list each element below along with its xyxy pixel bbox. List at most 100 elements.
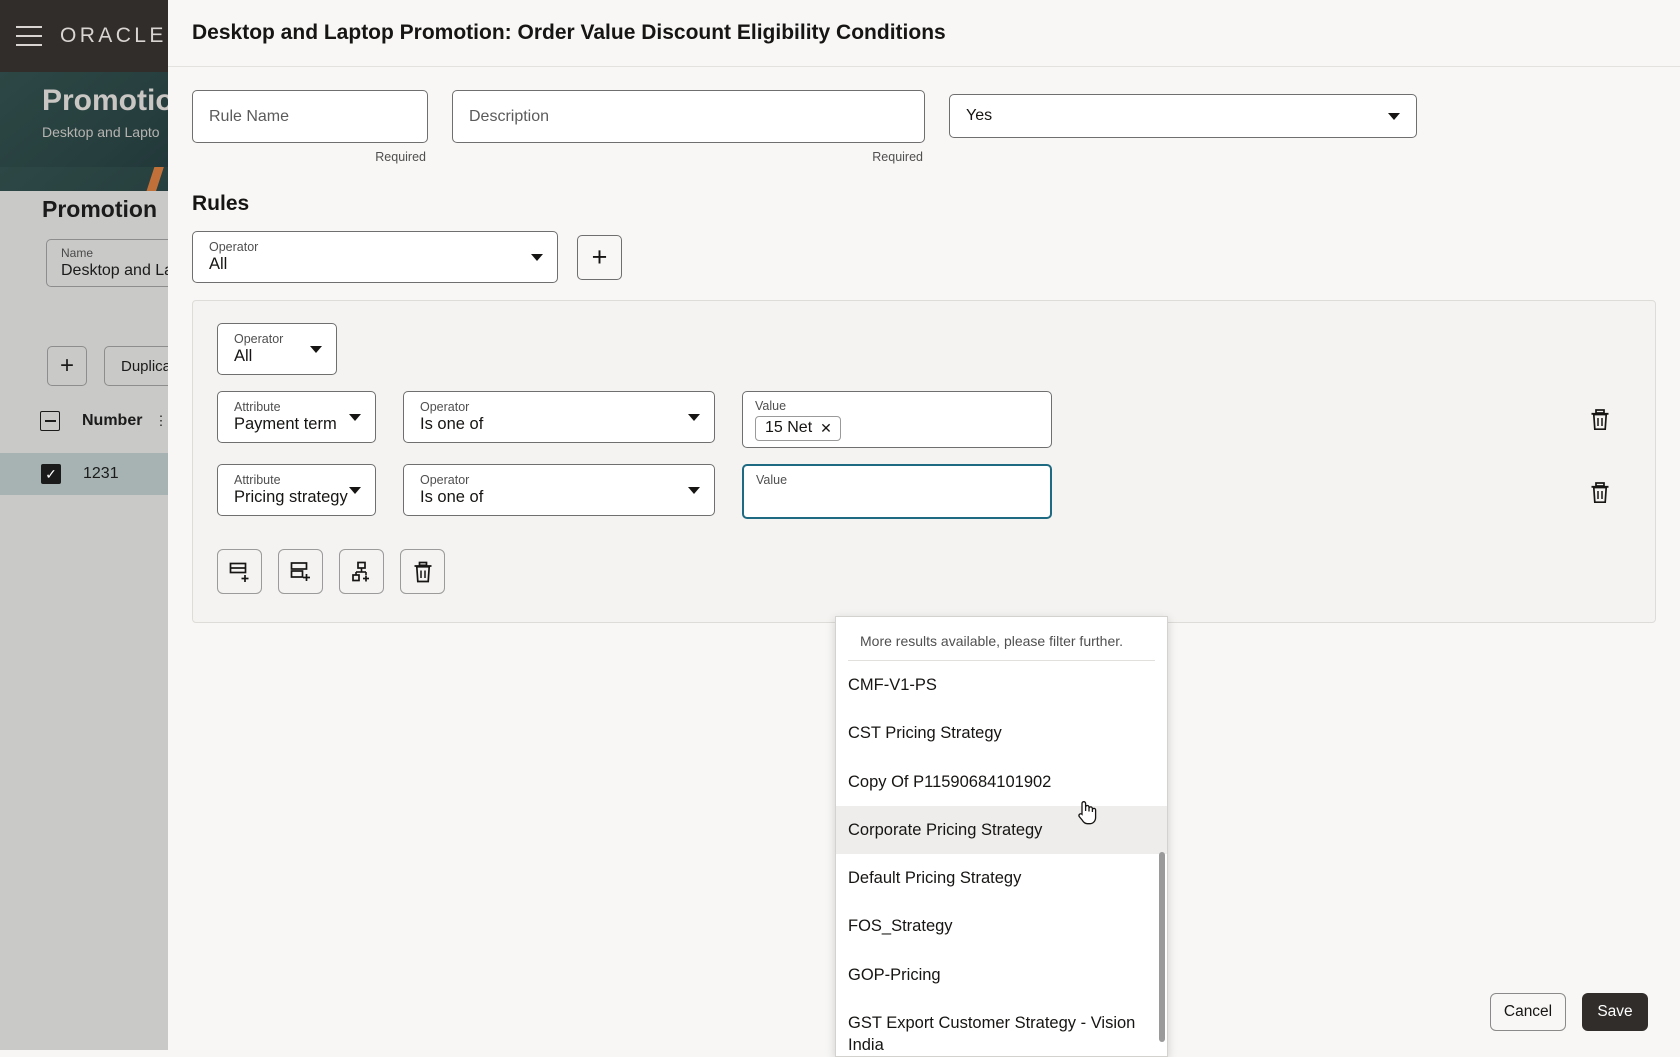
table-row[interactable]: ✓ 1231	[0, 453, 168, 495]
add-row-button[interactable]: +	[47, 346, 87, 386]
dropdown-option-list: CMF-V1-PS CST Pricing Strategy Copy Of P…	[836, 661, 1167, 1056]
rule-name-group: Rule Name Required	[192, 90, 428, 164]
operator-label: Operator	[420, 399, 470, 414]
condition-value-input[interactable]: Value 15 Net ✕	[742, 391, 1052, 448]
add-condition-below-icon	[290, 561, 310, 581]
chevron-down-icon	[349, 414, 361, 421]
condition-attribute-select[interactable]: Attribute Payment term	[217, 391, 376, 443]
close-icon[interactable]: ✕	[820, 420, 832, 437]
condition-attribute-select[interactable]: Attribute Pricing strategy	[217, 464, 376, 516]
value-chip[interactable]: 15 Net ✕	[755, 416, 841, 441]
add-condition-above-button[interactable]	[217, 549, 262, 594]
add-rule-group-button[interactable]: +	[577, 234, 622, 280]
dialog-body: Rule Name Required Description Required …	[168, 67, 1680, 1057]
dropdown-option[interactable]: FOS_Strategy	[836, 902, 1167, 950]
condition-value-input-active[interactable]: Value	[742, 464, 1052, 519]
group-operator-select[interactable]: Operator All	[217, 323, 337, 375]
delete-group-button[interactable]	[400, 549, 445, 594]
dropdown-option-highlighted[interactable]: Corporate Pricing Strategy	[836, 805, 1167, 855]
trash-icon	[414, 561, 431, 582]
enabled-select[interactable]: Yes	[949, 94, 1417, 138]
table-header: Number ⋮	[40, 404, 168, 438]
value-chip-text: 15 Net	[765, 419, 813, 436]
rule-name-input[interactable]: Rule Name	[192, 90, 428, 143]
operator-label: Operator	[420, 472, 470, 487]
duplicate-button[interactable]: Duplicat	[104, 346, 168, 386]
chevron-down-icon	[1388, 112, 1400, 120]
hamburger-line	[16, 26, 42, 28]
dropdown-option[interactable]: CMF-V1-PS	[836, 661, 1167, 709]
add-nested-group-icon	[351, 561, 369, 581]
enabled-select-value: Yes	[966, 107, 993, 124]
collapse-all-icon[interactable]	[40, 411, 60, 431]
save-button[interactable]: Save	[1582, 993, 1648, 1031]
promotion-name-label: Name	[61, 246, 94, 260]
rule-name-required-note: Required	[375, 150, 426, 164]
description-input[interactable]: Description	[452, 90, 925, 143]
group-operator-label: Operator	[234, 331, 284, 346]
dropdown-more-results-note: More results available, please filter fu…	[848, 617, 1155, 661]
dropdown-option[interactable]: GST Export Customer Strategy - Vision In…	[836, 999, 1167, 1056]
root-operator-select[interactable]: Operator All	[192, 231, 558, 283]
condition-row: Attribute Pricing strategy Operator Is o…	[217, 464, 1631, 519]
operator-value: Is one of	[420, 414, 484, 433]
hero-subtitle: Desktop and Lapto	[42, 124, 160, 140]
row-checkbox[interactable]: ✓	[41, 464, 61, 484]
rule-editor-dialog: Desktop and Laptop Promotion: Order Valu…	[168, 0, 1680, 1057]
value-label: Value	[756, 473, 788, 487]
column-header-number[interactable]: Number	[82, 412, 142, 430]
hamburger-line	[16, 44, 42, 46]
attribute-value: Payment term	[234, 414, 337, 433]
promotion-name-field[interactable]: Name Desktop and La	[46, 239, 168, 287]
condition-operator-select[interactable]: Operator Is one of	[403, 464, 715, 516]
rules-top-row: Operator All +	[192, 231, 1656, 283]
description-placeholder: Description	[469, 107, 550, 125]
dropdown-option[interactable]: Default Pricing Strategy	[836, 854, 1167, 902]
condition-operator-select[interactable]: Operator Is one of	[403, 391, 715, 443]
chevron-down-icon	[310, 346, 322, 353]
delete-condition-button[interactable]	[1587, 480, 1613, 506]
attribute-label: Attribute	[234, 399, 281, 414]
rule-group-panel: Operator All Attribute Payment term Oper…	[192, 300, 1656, 623]
chevron-down-icon	[688, 487, 700, 494]
value-label: Value	[755, 399, 787, 413]
row-number-value: 1231	[83, 465, 119, 482]
chevron-down-icon	[349, 487, 361, 494]
rule-metadata-form: Rule Name Required Description Required …	[192, 67, 1656, 164]
operator-value: Is one of	[420, 487, 484, 506]
trash-icon	[1591, 409, 1609, 431]
description-required-note: Required	[872, 150, 923, 164]
group-toolbar	[217, 549, 1631, 594]
promotion-name-value: Desktop and La	[61, 262, 168, 279]
hero-banner: Promotio Desktop and Lapto	[0, 72, 168, 167]
add-condition-below-button[interactable]	[278, 549, 323, 594]
attribute-value: Pricing strategy	[234, 487, 348, 506]
dialog-header: Desktop and Laptop Promotion: Order Valu…	[168, 0, 1680, 67]
dropdown-option[interactable]: GOP-Pricing	[836, 951, 1167, 999]
hamburger-icon[interactable]	[16, 26, 42, 46]
decorative-stripe	[145, 167, 168, 191]
trash-icon	[1591, 482, 1609, 504]
column-sort-icon[interactable]: ⋮	[154, 413, 167, 429]
root-operator-label: Operator	[209, 239, 259, 254]
cancel-button[interactable]: Cancel	[1490, 993, 1566, 1031]
background-page-content: Promotion Name Desktop and La + Duplicat…	[0, 191, 168, 1050]
add-nested-group-button[interactable]	[339, 549, 384, 594]
hero-title: Promotio	[42, 84, 168, 117]
dropdown-option[interactable]: CST Pricing Strategy	[836, 709, 1167, 757]
add-condition-above-icon	[229, 562, 248, 582]
rule-name-placeholder: Rule Name	[209, 107, 290, 125]
delete-condition-button[interactable]	[1587, 407, 1613, 433]
condition-row: Attribute Payment term Operator Is one o…	[217, 391, 1631, 448]
group-operator-value: All	[234, 346, 253, 365]
page-title: Promotion	[42, 196, 157, 222]
root-operator-value: All	[209, 254, 228, 273]
dropdown-scrollbar[interactable]	[1159, 852, 1165, 1042]
rules-heading: Rules	[192, 192, 250, 215]
global-header: ORACLE	[0, 0, 168, 72]
description-group: Description Required	[452, 90, 925, 164]
dropdown-option[interactable]: Copy Of P11590684101902	[836, 758, 1167, 806]
hamburger-line	[16, 35, 42, 37]
value-options-dropdown: More results available, please filter fu…	[835, 616, 1168, 1057]
chevron-down-icon	[688, 414, 700, 421]
